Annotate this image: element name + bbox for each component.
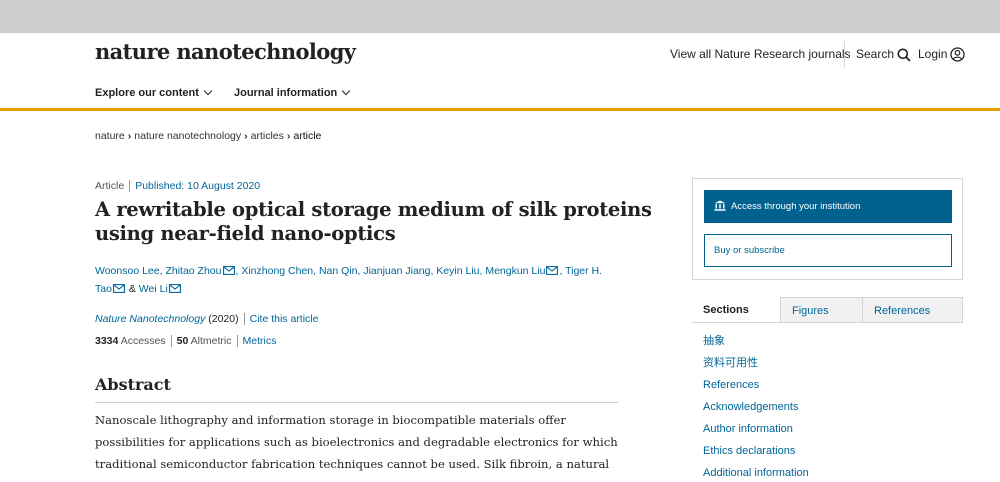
sidebar-tabs: Sections Figures References [692,297,963,323]
journal-info-label: Journal information [234,87,338,99]
article-meta: Article Published: 10 August 2020 [95,180,261,193]
login-label: Login [918,47,948,61]
tab-sections[interactable]: Sections [692,297,780,323]
abstract-heading: Abstract [95,375,171,394]
chevron-down-icon [203,86,213,96]
search-icon [897,48,911,62]
section-link-abstract[interactable]: 抽象 [703,332,809,354]
breadcrumb-separator: › [286,130,291,143]
section-link-references[interactable]: References [703,376,809,398]
breadcrumb: nature › nature nanotechnology › articles › ar… [95,130,321,142]
accesses-count: 3334 [95,335,119,347]
breadcrumb-current: article [293,130,322,143]
access-institution-button[interactable]: Access through your institution [704,190,952,223]
login-button[interactable]: Login [918,47,966,62]
mail-icon[interactable] [168,284,181,293]
tabs-underline [692,322,963,323]
author-link[interactable]: Zhitao Zhou [165,265,221,277]
section-link-data-availability[interactable]: 资料可用性 [703,354,809,376]
header-divider [844,41,845,67]
main-nav: Explore our content Journal information [0,75,1000,111]
article-metrics: 3334 Accesses 50 Altmetric Metrics [95,335,277,348]
metrics-divider [170,335,172,348]
abstract-divider [95,402,618,403]
browser-top-bar [0,0,1000,33]
journal-information-menu[interactable]: Journal information [234,86,351,99]
abstract-text: Nanoscale lithography and information st… [95,409,620,475]
article-type: Article [95,180,125,192]
journal-logo[interactable]: nature nanotechnology [95,39,356,64]
tab-references[interactable]: References [862,297,963,323]
institution-icon [714,200,726,211]
section-link-acknowledgements[interactable]: Acknowledgements [703,398,809,420]
mail-icon[interactable] [546,266,559,275]
journal-citation: Nature Nanotechnology (2020) Cite this ar… [95,313,319,326]
breadcrumb-articles[interactable]: articles [251,130,284,142]
author-link[interactable]: , Xinzhong Chen, Nan Qin, Jianjuan Jiang… [236,265,546,277]
user-icon [950,47,966,62]
accesses-label: Accesses [120,335,166,347]
author-link[interactable]: Wei Li [139,283,168,295]
published-date: Published: 10 August 2020 [135,180,261,192]
breadcrumb-nature[interactable]: nature [95,130,125,142]
sections-list: 抽象 资料可用性 References Acknowledgements Aut… [703,332,809,482]
metrics-link[interactable]: Metrics [243,335,277,347]
article-title: A rewritable optical storage medium of s… [95,198,652,245]
author-link[interactable]: Woonsoo Lee, [95,265,163,277]
author-ampersand: & [128,283,136,295]
chevron-down-icon [342,86,351,96]
search-label: Search [856,47,895,61]
abstract-line: Nanoscale lithography and information st… [95,413,566,427]
tab-figures[interactable]: Figures [780,297,863,323]
author-list: Woonsoo Lee, Zhitao Zhou , Xinzhong Chen,… [95,262,615,298]
journal-name[interactable]: Nature Nanotechnology [95,313,205,325]
explore-label: Explore our content [95,87,199,99]
breadcrumb-separator: › [127,130,132,143]
altmetric-label: Altmetric [190,335,232,347]
abstract-line: traditional semiconductor fabrication te… [95,457,610,471]
citation-divider [243,313,245,326]
mail-icon[interactable] [222,266,235,275]
explore-content-menu[interactable]: Explore our content [95,86,213,99]
abstract-line: possibilities for applications such as b… [95,435,618,449]
section-link-ethics-declarations[interactable]: Ethics declarations [703,442,809,464]
access-box: Access through your institution Buy or s… [692,178,963,280]
altmetric-count: 50 [176,335,189,347]
section-link-additional-information[interactable]: Additional information [703,464,809,482]
site-header: nature nanotechnology View all Nature Re… [0,33,1000,75]
buy-subscribe-button[interactable]: Buy or subscribe [704,234,952,267]
cite-article-link[interactable]: Cite this article [250,313,319,325]
search-button[interactable]: Search [856,47,911,62]
journal-year: (2020) [208,313,239,325]
breadcrumb-separator: › [244,130,248,143]
section-link-author-information[interactable]: Author information [703,420,809,442]
mail-icon[interactable] [112,284,125,293]
access-institution-label: Access through your institution [731,201,861,212]
breadcrumb-journal[interactable]: nature nanotechnology [134,130,241,142]
view-all-journals-link[interactable]: View all Nature Research journals [670,47,851,61]
metrics-divider [236,335,238,348]
meta-divider [129,180,131,193]
